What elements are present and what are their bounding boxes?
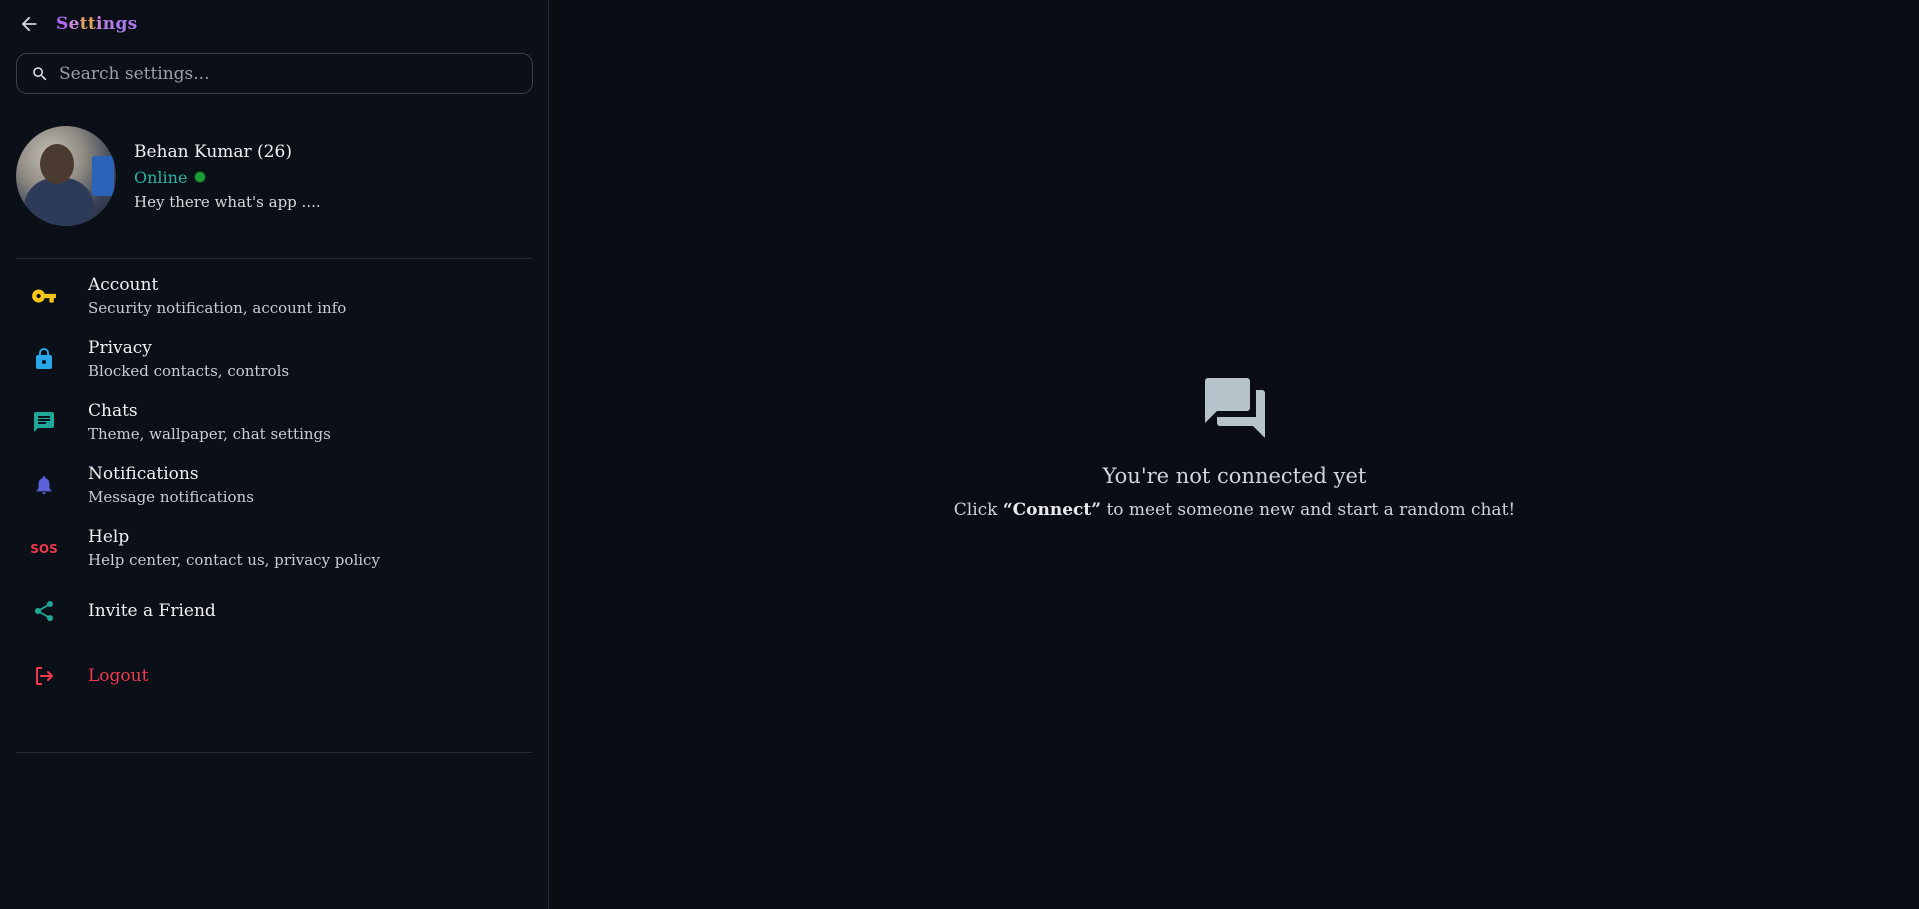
menu-label: Chats [88,400,138,421]
menu-item-invite[interactable]: Invite a Friend [16,579,533,643]
menu-desc: Help center, contact us, privacy policy [88,550,380,569]
svg-text:SOS: SOS [30,542,58,556]
status-text: Online [134,167,188,187]
menu-desc: Security notification, account info [88,298,347,317]
profile-info: Behan Kumar (26) Online Hey there what's… [134,142,321,211]
menu-item-account[interactable]: Account Security notification, account i… [16,264,533,327]
empty-state: You're not connected yet Click “Connect”… [550,372,1919,520]
menu-item-privacy[interactable]: Privacy Blocked contacts, controls [16,327,533,390]
menu-desc: Blocked contacts, controls [88,361,290,380]
connect-highlight: “Connect” [1002,500,1102,520]
menu-label: Logout [88,666,149,686]
chat-icon [16,410,72,434]
avatar[interactable] [16,126,116,226]
menu-label: Notifications [88,463,199,484]
chat-main-area: You're not connected yet Click “Connect”… [550,0,1919,909]
divider [16,752,533,753]
page-title: Settings [56,14,138,34]
menu-label: Account [88,274,159,295]
menu-desc: Theme, wallpaper, chat settings [88,424,331,443]
empty-title: You're not connected yet [1102,464,1367,488]
menu-label: Privacy [88,337,152,358]
profile-about: Hey there what's app .... [134,192,321,211]
menu-label: Invite a Friend [88,601,216,621]
profile-card[interactable]: Behan Kumar (26) Online Hey there what's… [16,126,533,226]
settings-header: Settings [16,10,138,38]
profile-name: Behan Kumar (26) [134,141,292,162]
menu-item-help[interactable]: SOS Help Help center, contact us, privac… [16,516,533,579]
menu-item-chats[interactable]: Chats Theme, wallpaper, chat settings [16,390,533,453]
share-icon [16,599,72,623]
settings-menu: Account Security notification, account i… [16,264,533,709]
lock-icon [16,347,72,371]
logout-icon [16,664,72,688]
online-dot-icon [195,172,206,182]
key-icon [16,283,72,309]
menu-item-notifications[interactable]: Notifications Message notifications [16,453,533,516]
divider [16,258,533,259]
status-row: Online [134,168,321,187]
settings-sidebar: Settings Behan Kumar (26) Online Hey the… [0,0,549,909]
forum-icon [1204,378,1265,438]
search-icon [33,66,47,80]
sos-icon: SOS [16,540,72,556]
bell-icon [16,473,72,497]
empty-subtitle: Click “Connect” to meet someone new and … [953,500,1516,520]
search-box[interactable] [16,53,533,94]
menu-label: Help [88,526,130,547]
menu-item-logout[interactable]: Logout [16,643,533,709]
arrow-left-icon[interactable] [16,11,42,37]
search-input[interactable] [59,63,519,84]
menu-desc: Message notifications [88,487,254,506]
